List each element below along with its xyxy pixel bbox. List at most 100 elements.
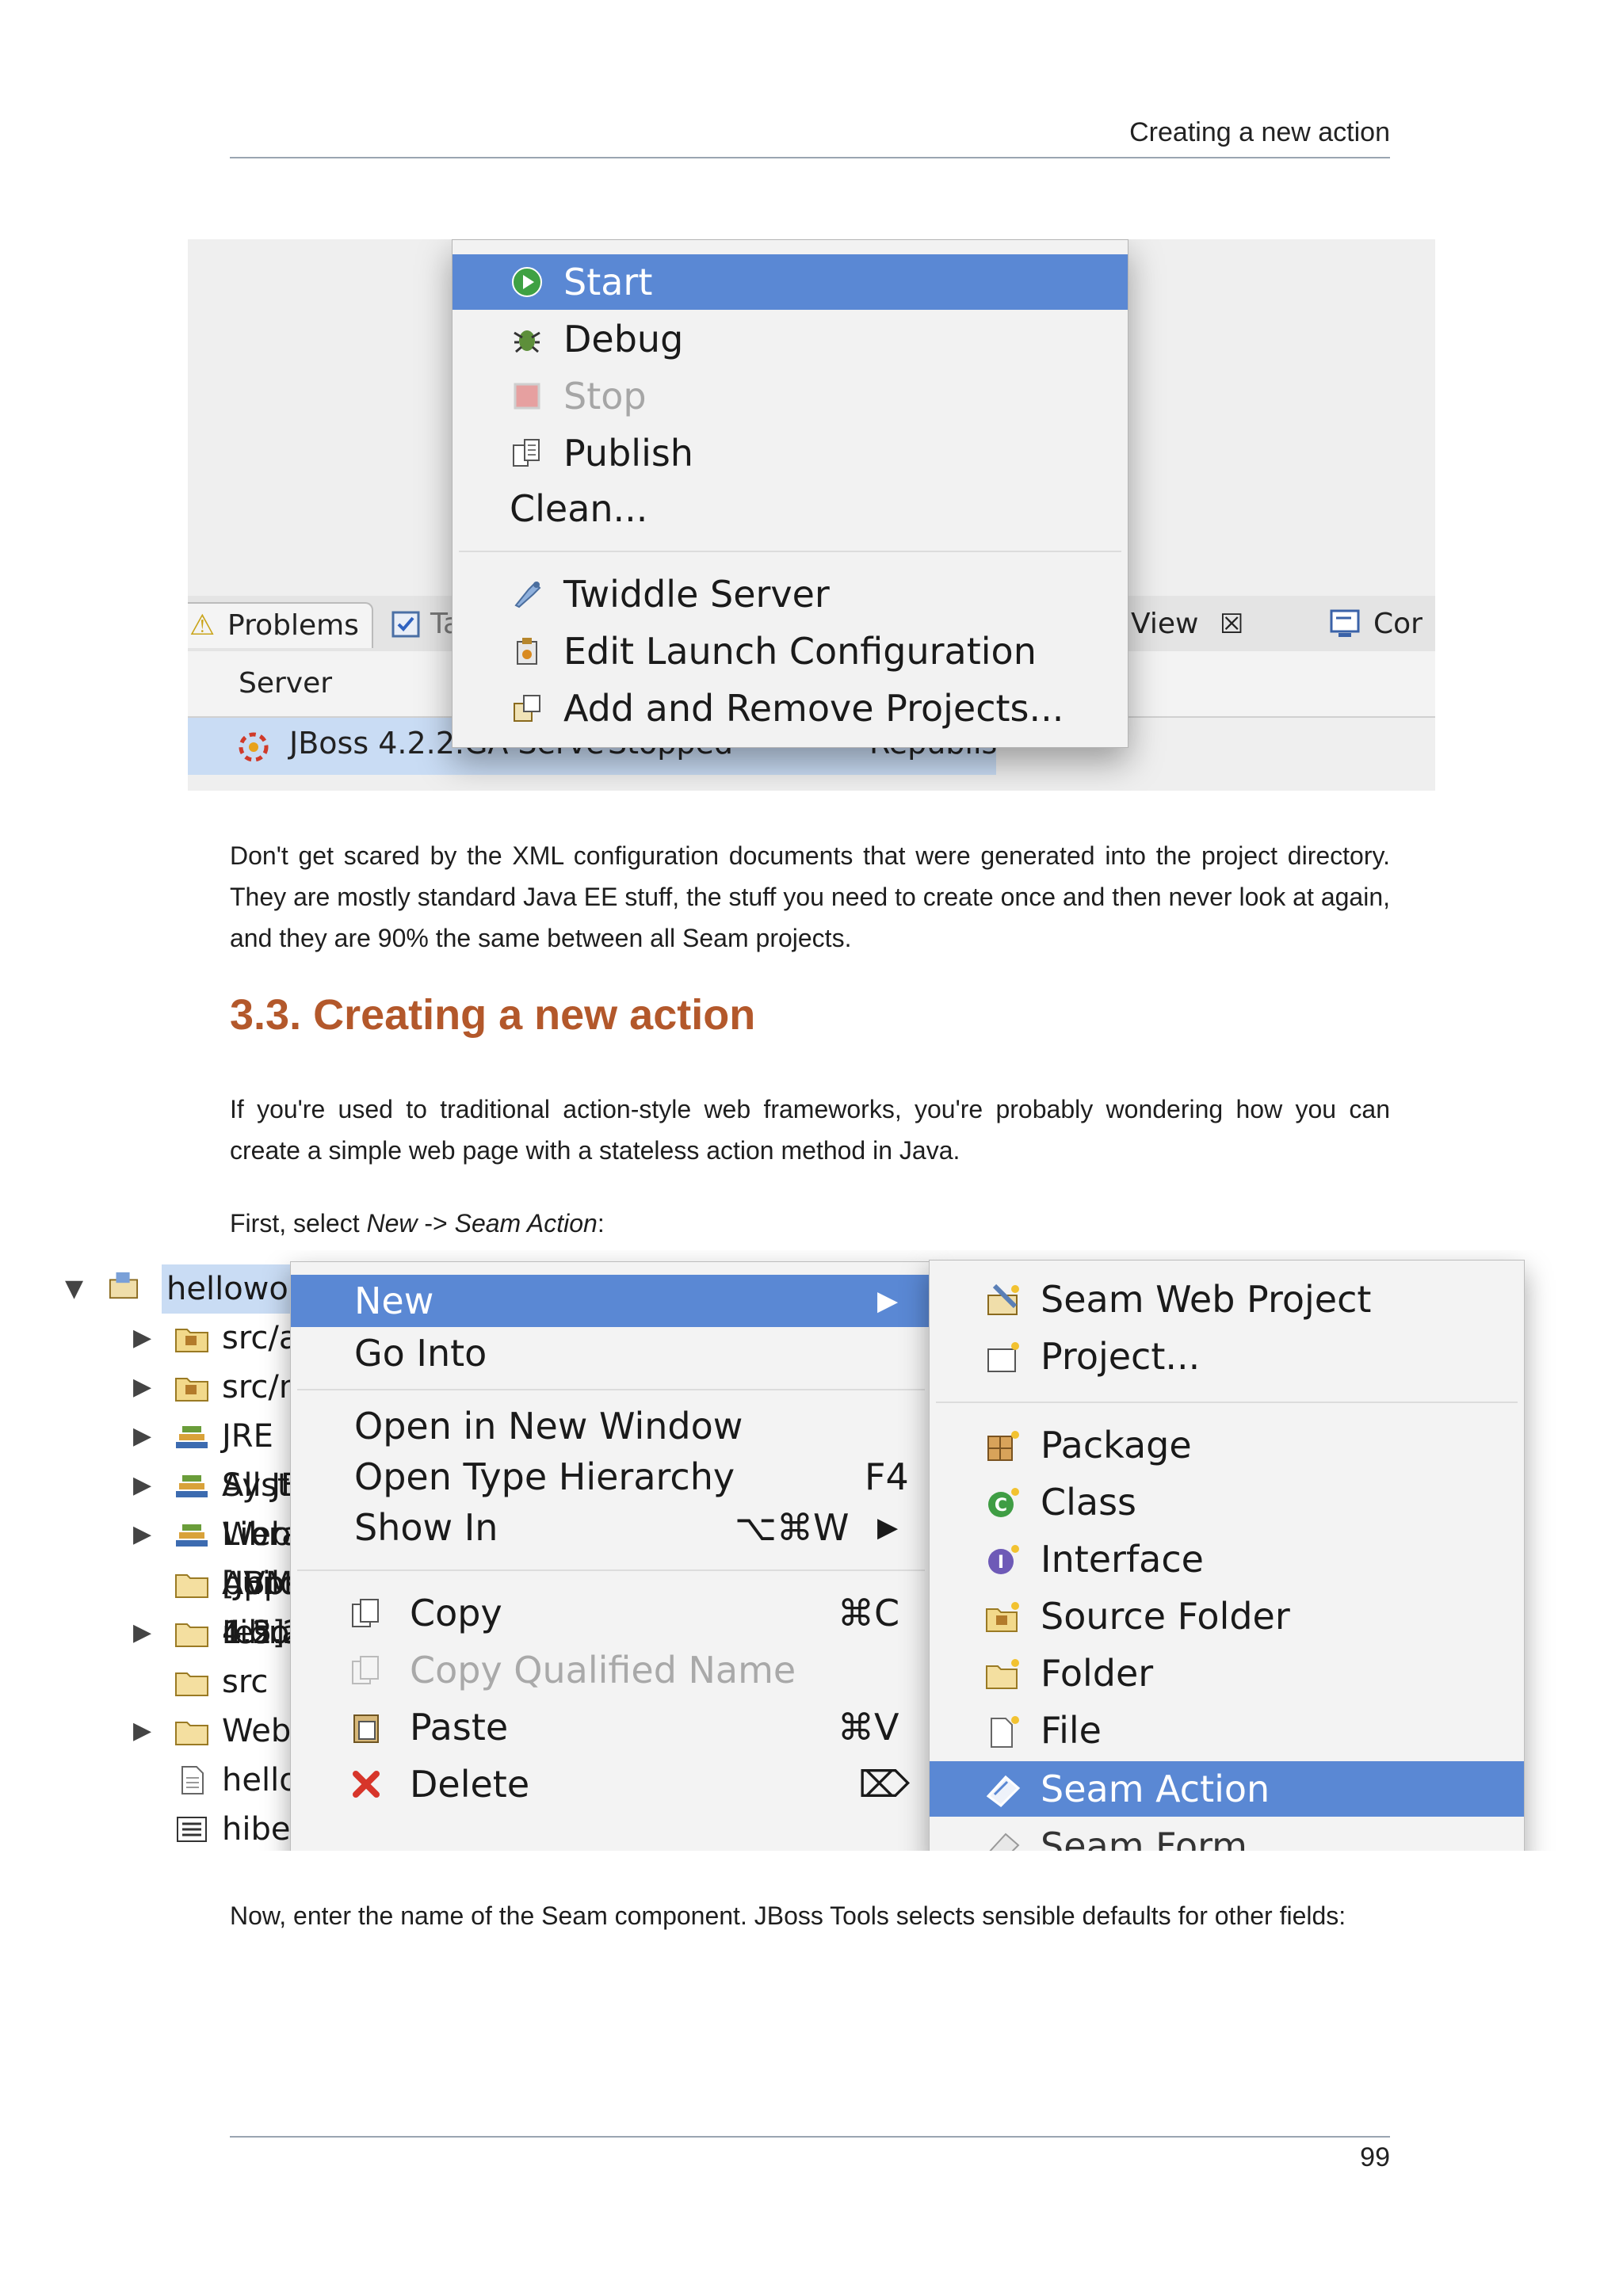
twisty-icon[interactable]: ▶	[133, 1314, 151, 1363]
menu-item-publish[interactable]: Publish	[453, 425, 1128, 481]
source-folder-icon	[986, 1602, 1019, 1632]
tab-console-label: Cor	[1373, 608, 1423, 640]
interface-icon: I	[988, 1545, 1019, 1574]
copy-qualified-icon	[352, 1656, 379, 1684]
seam-form-icon	[989, 1833, 1020, 1851]
submenu-item-project[interactable]: Project...	[930, 1329, 1524, 1384]
menu-separator	[297, 1569, 925, 1571]
problems-icon: ⚠	[189, 609, 216, 642]
tab-view-label: View	[1131, 608, 1199, 640]
tab-console[interactable]: Cor	[1329, 602, 1435, 646]
menu-separator	[297, 1389, 925, 1390]
copy-icon	[352, 1599, 379, 1627]
tab-problems-label: Problems	[227, 609, 359, 642]
svg-text:C: C	[995, 1496, 1007, 1516]
column-header-server: Server	[239, 667, 333, 700]
project-context-menu: New ▶ Go Into Open in New Window Open Ty…	[290, 1261, 932, 1851]
shortcut-label: ⌘C	[838, 1592, 900, 1634]
new-project-icon	[987, 1342, 1019, 1372]
properties-file-icon	[177, 1817, 207, 1842]
paste-icon	[353, 1714, 379, 1743]
folder-icon	[175, 1623, 208, 1647]
tab-servers-view[interactable]: View ☒	[1131, 602, 1250, 646]
menu-item-add-remove-projects[interactable]: Add and Remove Projects...	[453, 681, 1128, 736]
publish-icon	[513, 439, 540, 467]
shortcut-label: ⌦	[858, 1763, 911, 1806]
source-folder-icon	[175, 1329, 208, 1352]
twisty-icon[interactable]: ▶	[133, 1707, 151, 1756]
submenu-item-seam-web-project[interactable]: Seam Web Project	[930, 1272, 1524, 1327]
submenu-arrow-icon: ▶	[877, 1512, 899, 1543]
twisty-icon[interactable]: ▶	[133, 1461, 151, 1510]
submenu-item-source-folder[interactable]: Source Folder	[930, 1589, 1524, 1644]
running-head: Creating a new action	[1129, 117, 1390, 147]
twisty-icon[interactable]: ▼	[65, 1264, 83, 1314]
package-icon	[987, 1431, 1019, 1461]
folder-icon	[175, 1722, 208, 1745]
menu-item-debug[interactable]: Debug	[453, 311, 1128, 367]
twiddle-icon	[514, 582, 541, 608]
project-icon	[109, 1272, 139, 1299]
folder-icon	[986, 1659, 1019, 1689]
menu-item-open-new-window[interactable]: Open in New Window	[291, 1400, 931, 1452]
svg-text:I: I	[998, 1553, 1004, 1573]
folder-icon	[175, 1574, 208, 1598]
menu-item-start[interactable]: Start	[453, 254, 1128, 310]
submenu-item-seam-action[interactable]: Seam Action	[930, 1761, 1524, 1817]
file-icon	[991, 1716, 1019, 1748]
menu-item-clean[interactable]: Clean...	[453, 481, 1128, 536]
menu-separator	[459, 551, 1121, 552]
submenu-item-package[interactable]: Package	[930, 1417, 1524, 1473]
twisty-icon[interactable]: ▶	[133, 1412, 151, 1461]
menu-item-twiddle-server[interactable]: Twiddle Server	[453, 566, 1128, 622]
menu-item-paste[interactable]: Paste ⌘V	[291, 1701, 931, 1753]
submenu-arrow-icon: ▶	[877, 1285, 899, 1317]
folder-icon	[175, 1672, 208, 1696]
menu-item-go-into[interactable]: Go Into	[291, 1327, 931, 1379]
menu-item-new[interactable]: New ▶	[291, 1275, 931, 1327]
server-icon	[239, 732, 269, 762]
server-menu-screenshot: ⚠ Problems Tas View ☒ Cor Server	[188, 239, 1435, 791]
menu-item-delete[interactable]: Delete ⌦	[291, 1758, 931, 1810]
submenu-item-seam-form[interactable]: Seam Form	[930, 1818, 1524, 1851]
library-icon	[176, 1426, 208, 1448]
console-icon	[1330, 609, 1360, 637]
twisty-icon[interactable]: ▶	[133, 1510, 151, 1559]
menu-item-show-in[interactable]: Show In ⌥⌘W ▶	[291, 1501, 931, 1554]
tasks-icon	[391, 611, 420, 638]
menu-item-edit-launch-configuration[interactable]: Edit Launch Configuration	[453, 624, 1128, 679]
file-icon	[181, 1766, 204, 1794]
class-icon: C	[988, 1488, 1019, 1517]
start-icon	[512, 267, 542, 297]
menu-separator	[936, 1402, 1518, 1403]
add-remove-projects-icon	[514, 695, 540, 722]
twisty-icon[interactable]: ▶	[133, 1608, 151, 1657]
twisty-icon[interactable]: ▶	[133, 1363, 151, 1412]
header-rule	[230, 157, 1390, 158]
submenu-item-interface[interactable]: I Interface	[930, 1531, 1524, 1587]
new-seam-action-screenshot: ▼ hellowor ▶ src/action ▶ src/model ▶ JR…	[63, 1250, 1560, 1851]
shortcut-label: F4	[865, 1455, 909, 1498]
seam-web-project-icon	[987, 1283, 1019, 1315]
menu-item-copy[interactable]: Copy ⌘C	[291, 1587, 931, 1639]
paragraph-action-frameworks: If you're used to traditional action-sty…	[230, 1095, 1390, 1165]
stop-icon	[514, 383, 540, 410]
submenu-item-folder[interactable]: Folder	[930, 1646, 1524, 1701]
paragraph-xml-config: Don't get scared by the XML configuratio…	[230, 841, 1390, 952]
menu-item-stop[interactable]: Stop	[453, 368, 1128, 424]
delete-icon	[353, 1771, 380, 1798]
source-folder-icon	[175, 1378, 208, 1402]
paragraph-select-new: First, select New -> Seam Action:	[230, 1209, 605, 1238]
menu-item-copy-qualified-name[interactable]: Copy Qualified Name	[291, 1644, 931, 1696]
submenu-item-class[interactable]: C Class	[930, 1474, 1524, 1530]
library-icon	[176, 1475, 208, 1497]
menu-item-open-type-hierarchy[interactable]: Open Type Hierarchy F4	[291, 1451, 931, 1503]
tab-problems[interactable]: ⚠ Problems	[188, 602, 373, 648]
server-context-menu: Start Debug Stop Publish Clean... Twiddl…	[452, 239, 1128, 748]
shortcut-label: ⌘V	[838, 1706, 899, 1749]
seam-action-icon	[986, 1775, 1021, 1807]
launch-config-icon	[517, 638, 537, 665]
submenu-item-file[interactable]: File	[930, 1703, 1524, 1758]
close-icon[interactable]: ☒	[1220, 602, 1243, 646]
library-icon	[176, 1524, 208, 1547]
